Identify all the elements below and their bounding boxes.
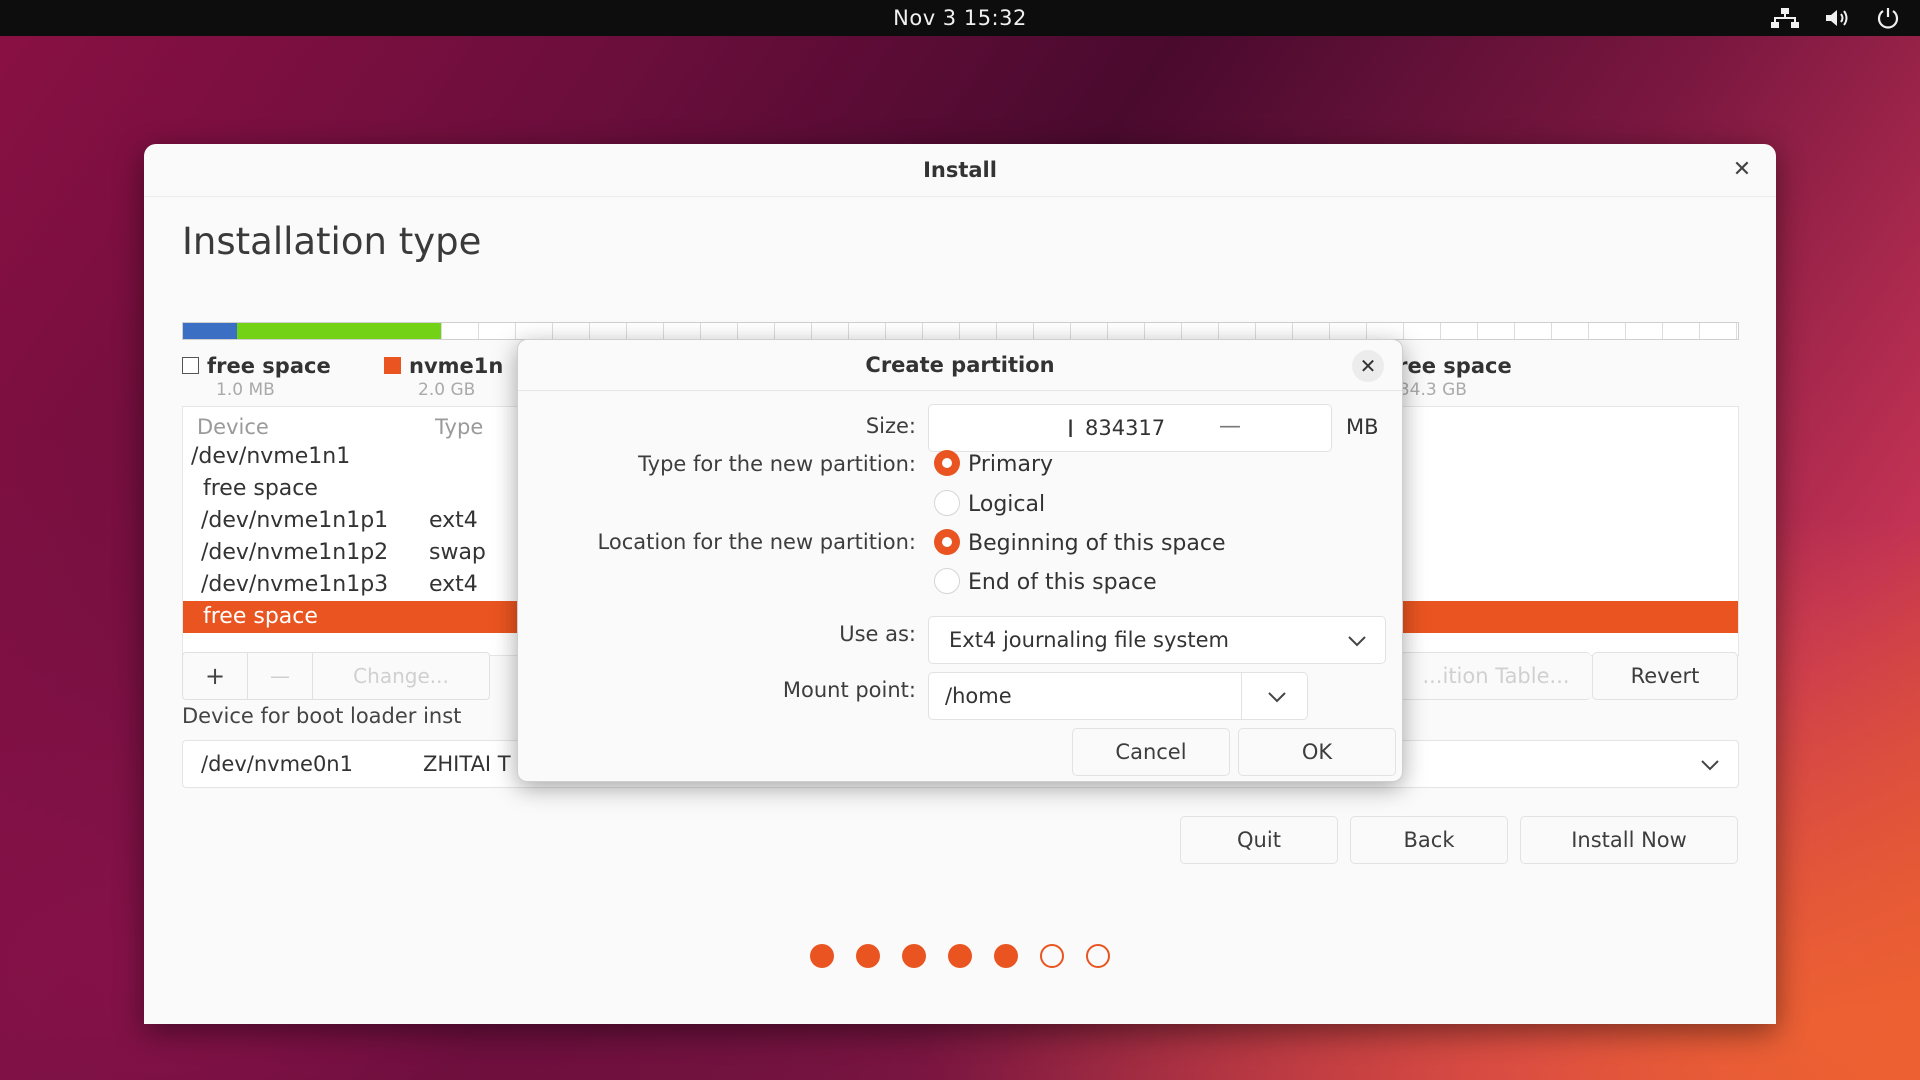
top-bar: Nov 3 15:32	[0, 0, 1920, 36]
close-icon[interactable]: ✕	[1352, 350, 1384, 382]
location-label: Location for the new partition:	[597, 530, 916, 554]
cancel-button[interactable]: Cancel	[1072, 728, 1230, 776]
use-as-label: Use as:	[839, 622, 916, 646]
partition-bar-segment-efi	[183, 323, 238, 339]
progress-dot	[1040, 944, 1064, 968]
legend-swatch	[384, 356, 401, 374]
legend-free-space-2: free space 834.3 GB	[1388, 354, 1512, 400]
progress-dot	[994, 944, 1018, 968]
use-as-select[interactable]: Ext4 journaling file system	[928, 616, 1386, 664]
size-label: Size:	[865, 414, 916, 438]
power-icon[interactable]	[1876, 6, 1900, 30]
legend-nvme: nvme1n 2.0 GB	[384, 354, 503, 400]
boot-device: /dev/nvme0n1	[201, 752, 353, 776]
quit-button[interactable]: Quit	[1180, 816, 1338, 864]
window-title: Install	[144, 144, 1776, 197]
radio-beginning[interactable]: Beginning of this space	[934, 529, 1225, 559]
partition-bar	[182, 322, 1739, 340]
column-header-device[interactable]: Device	[197, 415, 269, 439]
progress-dot	[902, 944, 926, 968]
ok-button[interactable]: OK	[1238, 728, 1396, 776]
chevron-down-icon	[1347, 617, 1367, 663]
size-unit: MB	[1346, 415, 1379, 439]
boot-loader-label: Device for boot loader inst	[182, 704, 462, 728]
partition-toolbar: + — Change...	[182, 652, 490, 700]
change-partition-button[interactable]: Change...	[313, 653, 489, 699]
radio-unchecked-icon	[934, 490, 960, 516]
create-partition-dialog: Create partition ✕ Size: I 834317 — MB T…	[517, 339, 1403, 782]
radio-logical[interactable]: Logical	[934, 490, 1045, 520]
size-value: 834317	[1085, 416, 1166, 440]
progress-dot	[948, 944, 972, 968]
network-icon[interactable]	[1770, 7, 1800, 29]
system-tray[interactable]	[1770, 0, 1900, 36]
clock[interactable]: Nov 3 15:32	[0, 0, 1920, 36]
page-title: Installation type	[182, 220, 482, 263]
legend-free-space: free space 1.0 MB	[182, 354, 331, 400]
add-partition-button[interactable]: +	[183, 653, 248, 699]
new-partition-table-button[interactable]: ...ition Table...	[1400, 652, 1591, 700]
radio-unchecked-icon	[934, 568, 960, 594]
chevron-down-icon[interactable]	[1267, 673, 1287, 719]
radio-checked-icon	[934, 529, 960, 555]
boot-device-desc: ZHITAI T	[423, 752, 511, 776]
progress-dot	[856, 944, 880, 968]
close-icon[interactable]: ✕	[1730, 158, 1754, 182]
progress-dot	[1086, 944, 1110, 968]
mount-point-combo[interactable]: /home	[928, 672, 1308, 720]
install-now-button[interactable]: Install Now	[1520, 816, 1738, 864]
chevron-down-icon	[1700, 741, 1720, 787]
legend-swatch	[182, 356, 199, 374]
volume-icon[interactable]	[1824, 7, 1852, 29]
radio-primary[interactable]: Primary	[934, 450, 1053, 480]
remove-partition-button[interactable]: —	[248, 653, 313, 699]
size-input[interactable]: I 834317 —	[928, 404, 1332, 452]
mount-point-value[interactable]: /home	[945, 673, 1012, 719]
type-label: Type for the new partition:	[638, 452, 916, 476]
radio-checked-icon	[934, 450, 960, 476]
text-cursor-icon: I	[1067, 415, 1075, 443]
mount-point-label: Mount point:	[782, 678, 916, 702]
partition-bar-segment-swap	[237, 323, 442, 339]
back-button[interactable]: Back	[1350, 816, 1508, 864]
combo-divider	[1241, 673, 1242, 719]
size-decrement-button[interactable]: —	[1219, 405, 1241, 449]
progress-dot	[810, 944, 834, 968]
use-as-value: Ext4 journaling file system	[949, 628, 1229, 652]
radio-end[interactable]: End of this space	[934, 568, 1157, 598]
revert-button[interactable]: Revert	[1592, 652, 1738, 700]
dialog-title: Create partition	[518, 340, 1402, 391]
progress-dots	[144, 944, 1776, 968]
column-header-type[interactable]: Type	[435, 415, 483, 439]
